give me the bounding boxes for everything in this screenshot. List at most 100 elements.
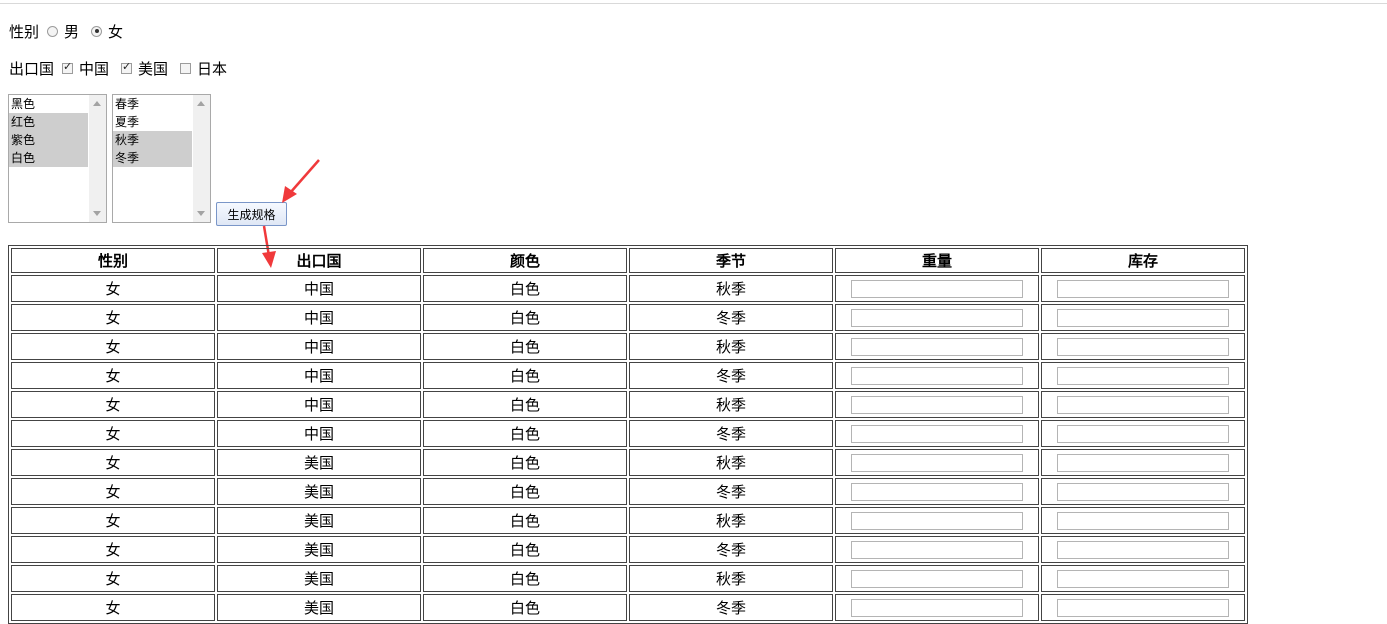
- stock-input[interactable]: [1057, 395, 1229, 414]
- column-header: 性别: [11, 248, 215, 273]
- table-cell: 秋季: [629, 391, 833, 418]
- stock-input[interactable]: [1057, 511, 1229, 530]
- weight-input[interactable]: [851, 366, 1023, 385]
- weight-input[interactable]: [851, 569, 1023, 588]
- table-cell: 女: [11, 449, 215, 476]
- stock-input[interactable]: [1057, 453, 1229, 472]
- table-cell: 美国: [217, 449, 421, 476]
- weight-input[interactable]: [851, 308, 1023, 327]
- table-cell: 秋季: [629, 275, 833, 302]
- table-cell: 白色: [423, 304, 627, 331]
- color-multiselect[interactable]: 黑色 红色 紫色 白色: [8, 94, 107, 223]
- table-cell: [1041, 420, 1245, 447]
- stock-input[interactable]: [1057, 337, 1229, 356]
- top-divider: [0, 3, 1387, 4]
- weight-input[interactable]: [851, 482, 1023, 501]
- table-cell: 女: [11, 333, 215, 360]
- table-row: 女美国 白色 秋季: [11, 565, 1245, 592]
- column-header: 库存: [1041, 248, 1245, 273]
- stock-input[interactable]: [1057, 366, 1229, 385]
- country-row: 出口国 中国 美国 日本: [9, 58, 239, 78]
- table-cell: 中国: [217, 304, 421, 331]
- table-cell: 白色: [423, 565, 627, 592]
- spec-table: 性别 出口国 颜色 季节 重量 库存 女中国 白色 秋季女中国 白色 冬季女中国 白色 秋季…: [8, 245, 1248, 624]
- table-cell: 中国: [217, 391, 421, 418]
- season-option[interactable]: 夏季: [113, 113, 192, 131]
- column-header: 季节: [629, 248, 833, 273]
- color-option[interactable]: 红色: [9, 113, 88, 131]
- season-option[interactable]: 秋季: [113, 131, 192, 149]
- color-option[interactable]: 白色: [9, 149, 88, 167]
- weight-input[interactable]: [851, 511, 1023, 530]
- scroll-down-icon[interactable]: [197, 211, 205, 216]
- weight-input[interactable]: [851, 395, 1023, 414]
- table-cell: 秋季: [629, 565, 833, 592]
- table-cell: [835, 275, 1039, 302]
- season-option[interactable]: 冬季: [113, 149, 192, 167]
- season-list-scrollbar[interactable]: [193, 95, 210, 222]
- table-cell: [835, 333, 1039, 360]
- color-option[interactable]: 紫色: [9, 131, 88, 149]
- country-option-label: 中国: [79, 59, 110, 78]
- table-cell: 美国: [217, 507, 421, 534]
- table-cell: 冬季: [629, 594, 833, 621]
- column-header: 出口国: [217, 248, 421, 273]
- generate-spec-button[interactable]: 生成规格: [216, 202, 287, 226]
- table-cell: 美国: [217, 565, 421, 592]
- weight-input[interactable]: [851, 540, 1023, 559]
- stock-input[interactable]: [1057, 598, 1229, 617]
- weight-input[interactable]: [851, 598, 1023, 617]
- table-row: 女中国 白色 秋季: [11, 391, 1245, 418]
- table-cell: 白色: [423, 594, 627, 621]
- gender-radio-female[interactable]: [91, 25, 103, 37]
- weight-input[interactable]: [851, 279, 1023, 298]
- table-cell: 白色: [423, 362, 627, 389]
- table-cell: 中国: [217, 420, 421, 447]
- table-cell: 女: [11, 536, 215, 563]
- color-list-scrollbar[interactable]: [89, 95, 106, 222]
- stock-input[interactable]: [1057, 482, 1229, 501]
- color-option[interactable]: 黑色: [9, 95, 88, 113]
- table-cell: 美国: [217, 594, 421, 621]
- table-row: 女中国 白色 冬季: [11, 304, 1245, 331]
- table-cell: [835, 594, 1039, 621]
- stock-input[interactable]: [1057, 540, 1229, 559]
- season-multiselect[interactable]: 春季 夏季 秋季 冬季: [112, 94, 211, 223]
- stock-input[interactable]: [1057, 308, 1229, 327]
- table-cell: [1041, 594, 1245, 621]
- country-checkbox-japan[interactable]: [180, 62, 192, 74]
- table-cell: 冬季: [629, 420, 833, 447]
- stock-input[interactable]: [1057, 279, 1229, 298]
- table-cell: [835, 391, 1039, 418]
- table-header-row: 性别 出口国 颜色 季节 重量 库存: [11, 248, 1245, 273]
- table-cell: 美国: [217, 478, 421, 505]
- country-checkbox-china[interactable]: [62, 60, 74, 74]
- table-cell: [835, 565, 1039, 592]
- gender-option-label: 男: [64, 22, 80, 41]
- stock-input[interactable]: [1057, 424, 1229, 443]
- table-cell: 白色: [423, 275, 627, 302]
- table-cell: 中国: [217, 362, 421, 389]
- table-cell: [1041, 362, 1245, 389]
- scroll-up-icon[interactable]: [197, 101, 205, 106]
- scroll-down-icon[interactable]: [93, 211, 101, 216]
- gender-radio-male[interactable]: [47, 25, 59, 37]
- weight-input[interactable]: [851, 453, 1023, 472]
- table-cell: 女: [11, 594, 215, 621]
- table-cell: [835, 536, 1039, 563]
- table-cell: 女: [11, 565, 215, 592]
- scroll-up-icon[interactable]: [93, 101, 101, 106]
- weight-input[interactable]: [851, 424, 1023, 443]
- table-cell: 冬季: [629, 536, 833, 563]
- country-label: 出口国: [9, 59, 55, 78]
- table-cell: 女: [11, 478, 215, 505]
- table-cell: 白色: [423, 391, 627, 418]
- country-checkbox-usa[interactable]: [121, 60, 133, 74]
- table-cell: 秋季: [629, 333, 833, 360]
- season-option[interactable]: 春季: [113, 95, 192, 113]
- country-option-label: 美国: [138, 59, 169, 78]
- table-cell: 白色: [423, 420, 627, 447]
- stock-input[interactable]: [1057, 569, 1229, 588]
- weight-input[interactable]: [851, 337, 1023, 356]
- table-cell: 白色: [423, 333, 627, 360]
